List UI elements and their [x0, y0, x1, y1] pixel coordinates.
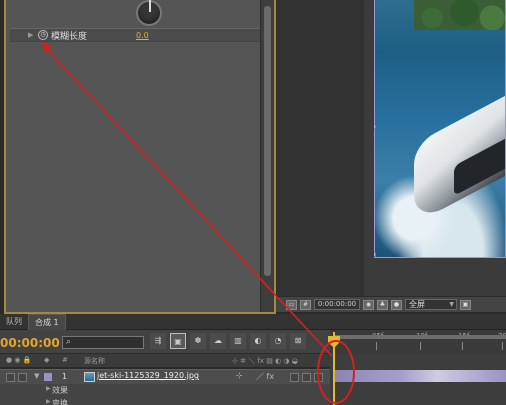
layer-row[interactable]: ▼ 1 jet-ski-1125329_1920.jpg ⊹ ／ fx — [0, 369, 330, 384]
show-snapshot-icon[interactable]: ♣ — [377, 299, 388, 310]
region-icon[interactable]: ▭ — [286, 299, 297, 310]
tab-queue[interactable]: 队列 — [0, 314, 28, 330]
effect-controls-panel: ▶ ◷ 模糊长度 0.0 — [4, 0, 276, 314]
scrollbar-thumb[interactable] — [264, 6, 271, 276]
time-ruler[interactable]: 05f 10f 15f 20f — [330, 330, 506, 354]
composition-pasteboard — [276, 0, 364, 300]
viewer-timecode[interactable]: 0:00:00:00 — [314, 299, 360, 310]
transform-group-row[interactable]: ▶ 变换 — [0, 397, 330, 405]
layer-search-input[interactable]: ⌕ — [62, 336, 144, 349]
jet-ski-image-layer[interactable] — [374, 0, 506, 258]
label-color-swatch[interactable] — [44, 373, 52, 381]
timeline-switches: ⇶ ▣ ✽ ☁ ▥ ◐ ◔ ⊠ — [150, 333, 306, 349]
work-area-bar[interactable] — [334, 335, 506, 339]
ruler-tick — [502, 342, 503, 350]
column-number: # — [62, 356, 68, 364]
tab-composition-1[interactable]: 合成 1 — [28, 314, 66, 330]
3d-layer-switch[interactable] — [290, 373, 299, 382]
brainstorm-icon[interactable]: ◔ — [270, 333, 286, 349]
property-label: 模糊长度 — [51, 31, 88, 42]
stopwatch-icon[interactable]: ◷ — [38, 30, 48, 40]
layer-index: 1 — [62, 372, 68, 381]
layer-duration-bar[interactable] — [334, 370, 506, 382]
audio-switch[interactable] — [18, 373, 27, 382]
comp-flowchart-icon[interactable]: ⇶ — [150, 333, 166, 349]
expand-layer-icon[interactable]: ▼ — [34, 372, 39, 380]
transform-label: 变换 — [52, 399, 68, 405]
label-column-icon: ◆ — [44, 356, 50, 364]
av-features-icon: ● ◉ 🔒 — [6, 356, 32, 364]
expand-triangle-icon[interactable]: ▶ — [46, 398, 51, 405]
graph-editor-icon[interactable]: ◐ — [250, 333, 266, 349]
transform-handle[interactable] — [374, 124, 376, 129]
draft-3d-icon[interactable]: ▣ — [170, 333, 186, 349]
video-switch[interactable] — [6, 373, 15, 382]
expand-triangle-icon[interactable]: ▶ — [28, 31, 36, 39]
search-icon: ⌕ — [66, 337, 72, 347]
layer-name[interactable]: jet-ski-1125329_1920.jpg — [97, 371, 199, 380]
current-time-display[interactable]: 00:00:00 — [0, 336, 60, 350]
motion-blur-switch[interactable] — [314, 373, 323, 382]
after-effects-window: ▶ ◷ 模糊长度 0.0 ▭ # 0:00:00:00 ◉ ♣ ● 全屏 ▣ 队… — [0, 0, 506, 405]
lock-icon[interactable]: ⊠ — [290, 333, 306, 349]
angle-dial[interactable] — [136, 0, 162, 26]
color-channel-icon[interactable]: ● — [391, 299, 402, 310]
switches-column-icon: ⊹ ✲ ＼ fx ▤ ◐ ◑ ◒ — [232, 357, 298, 365]
text-cursor-icon: I — [332, 382, 335, 393]
snapshot-icon[interactable]: ◉ — [363, 299, 374, 310]
current-time-indicator[interactable]: I — [328, 332, 340, 405]
region-of-interest-icon[interactable]: ▣ — [460, 299, 471, 310]
ruler-tick — [420, 342, 421, 350]
property-value[interactable]: 0.0 — [136, 31, 149, 40]
ruler-tick — [376, 342, 377, 350]
quality-switch-icon[interactable]: ／ fx — [256, 371, 274, 382]
motion-blur-icon[interactable]: ✽ — [190, 333, 206, 349]
shy-switch-icon[interactable]: ⊹ — [236, 371, 243, 380]
effects-group-row[interactable]: ▶ 效果 — [0, 384, 330, 397]
timeline-tab-strip: 队列 合成 1 — [0, 314, 506, 330]
layer-bounding-box — [374, 0, 506, 258]
adjustment-layer-switch[interactable] — [302, 373, 311, 382]
transform-handle[interactable] — [374, 252, 376, 257]
grid-icon[interactable]: # — [300, 299, 311, 310]
panel-scrollbar[interactable] — [260, 0, 274, 312]
column-source-name: 源名称 — [84, 357, 105, 365]
shy-layers-icon[interactable]: ☁ — [210, 333, 226, 349]
ruler-tick — [462, 342, 463, 350]
frame-blending-icon[interactable]: ▥ — [230, 333, 246, 349]
image-file-icon — [84, 372, 95, 382]
effects-label: 效果 — [52, 386, 68, 395]
layer-column-header: ● ◉ 🔒 ◆ # 源名称 ⊹ ✲ ＼ fx ▤ ◐ ◑ ◒ — [0, 354, 330, 368]
expand-triangle-icon[interactable]: ▶ — [46, 385, 51, 392]
blur-length-property-row[interactable]: ▶ ◷ 模糊长度 0.0 — [10, 28, 265, 42]
resolution-dropdown[interactable]: 全屏 — [405, 299, 457, 310]
viewer-toolbar: ▭ # 0:00:00:00 ◉ ♣ ● 全屏 ▣ — [276, 296, 506, 312]
